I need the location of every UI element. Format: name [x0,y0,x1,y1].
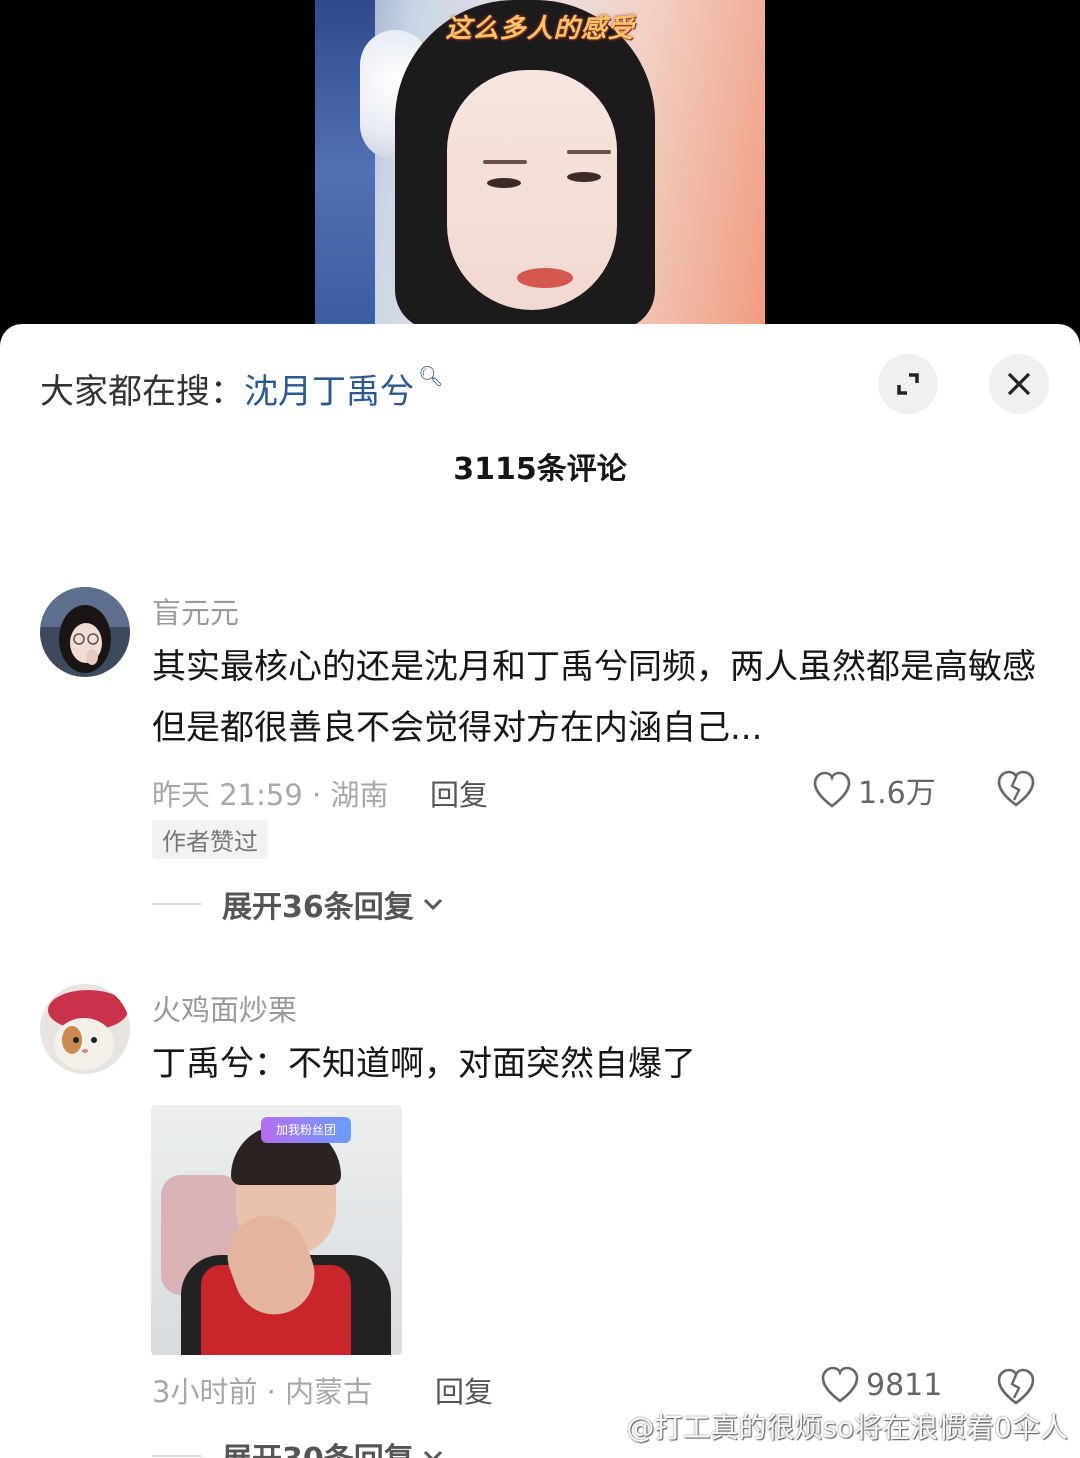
expand-replies-label: 展开36条回复 [222,890,414,925]
reply-button[interactable]: 回复 [430,772,488,814]
left-eyebrow [483,160,527,164]
comment-time-location: 3小时前 · 内蒙古 [152,1375,373,1409]
divider-line [152,903,202,905]
avatar[interactable] [40,984,130,1074]
like-count: 9811 [866,1367,943,1403]
comment-image[interactable]: 加我粉丝团 [151,1105,402,1355]
lips [517,268,573,288]
right-eyebrow [567,150,611,154]
comment-text: 其实最核心的还是沈月和丁禹兮同频，两人虽然都是高敏感但是都很善良不会觉得对方在内… [152,647,1036,748]
close-icon [1007,372,1031,396]
comment-text: 丁禹兮：不知道啊，对面突然自爆了 [152,1044,696,1084]
fan-club-sticker: 加我粉丝团 [261,1117,351,1143]
chevron-down-icon [423,1450,442,1458]
broken-heart-icon [997,770,1035,807]
like-button[interactable]: 1.6万 [812,768,936,812]
expand-replies-button[interactable]: 展开36条回复 [152,882,444,926]
search-keyword[interactable]: 沈月丁禹兮 [244,372,414,412]
reply-button[interactable]: 回复 [435,1369,493,1411]
comment-count: 3115条评论 [453,452,627,487]
avatar[interactable] [40,587,130,677]
video-player[interactable]: 这么多人的感受 [315,0,765,340]
search-suggestion[interactable]: 大家都在搜：沈月丁禹兮 🔍︎ [40,364,443,413]
expand-replies-label: 展开30条回复 [222,1434,414,1458]
divider-line [152,1455,202,1457]
comment-username[interactable]: 盲元元 [152,590,239,632]
broken-heart-icon [997,1368,1035,1405]
comment-username[interactable]: 火鸡面炒栗 [152,987,297,1029]
expand-button[interactable] [878,354,938,414]
expand-replies-button[interactable]: 展开30条回复 [152,1434,444,1458]
right-eye [567,172,601,182]
left-eye [487,178,521,188]
chevron-down-icon [423,898,442,911]
close-button[interactable] [989,354,1049,414]
comment-sheet: 大家都在搜：沈月丁禹兮 🔍︎ 3115条评论 盲元元 其实最核心的还是沈月和丁禹兮… [0,324,1080,1458]
search-prefix: 大家都在搜： [40,372,244,412]
author-liked-badge: 作者赞过 [152,820,268,859]
heart-icon [813,771,851,808]
fullscreen-icon [897,373,919,395]
dislike-button[interactable] [996,770,1036,812]
comment-time-location: 昨天 21:59 · 湖南 [152,778,389,812]
weibo-watermark: @打工真的很烦so将在浪惯着0伞人 [626,1411,1068,1444]
video-caption: 这么多人的感受 [445,14,635,44]
heart-icon [821,1366,859,1403]
cat-avatar-image [40,984,130,1074]
dislike-button[interactable] [996,1368,1036,1410]
search-icon: 🔍︎ [418,364,444,388]
like-count: 1.6万 [858,776,936,811]
user-avatar-image [40,587,130,677]
like-button[interactable]: 9811 [820,1366,942,1404]
